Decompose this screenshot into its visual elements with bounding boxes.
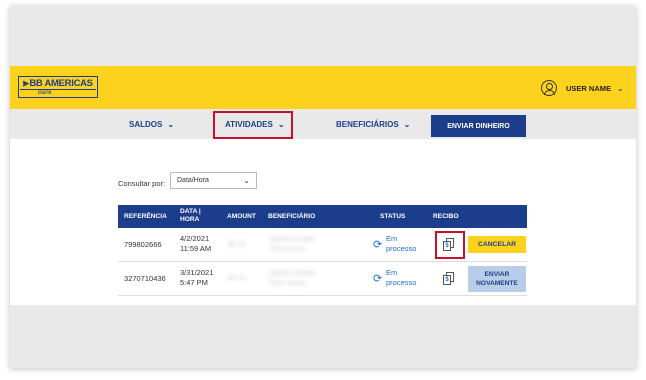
header-status: STATUS [380, 213, 406, 220]
activities-panel: Consultar por: Data/Hora ⌄ REFERÊNCIA DA… [10, 139, 636, 305]
atividades-highlight-box [213, 111, 293, 139]
table-row: 799802666 4/2/2021 11:59 AM $0.15 Agéfire… [118, 228, 527, 262]
row-date: 4/2/2021 11:59 AM [180, 234, 212, 253]
row-ref: 799802666 [124, 240, 162, 249]
receipt-icon[interactable]: $ [443, 272, 454, 285]
bb-americas-logo[interactable]: ⫸BB AMERICAS Bank [18, 76, 98, 98]
transactions-table: REFERÊNCIA DATA | HORA AMOUNT BENEFICIÁRI… [118, 205, 527, 296]
refresh-icon[interactable]: ⟳ [373, 272, 382, 285]
row-beneficiary: Agéfire Gulabs Tinto Sunss [269, 236, 316, 253]
row-amount: $0.15 [228, 241, 246, 248]
chevron-down-icon: ⌄ [167, 119, 175, 129]
filter-select[interactable]: Data/Hora ⌄ [170, 172, 257, 189]
header-date: DATA | HORA [180, 208, 201, 223]
row-beneficiary: Agéfire Gulabs Tinto Sunss [269, 270, 316, 287]
filter-selected-value: Data/Hora [177, 177, 209, 184]
logo-mark-icon: ⫸ [23, 78, 29, 89]
table-row: 3270710436 3/31/2021 5:47 PM $0.15 Agéfir… [118, 262, 527, 296]
table-header: REFERÊNCIA DATA | HORA AMOUNT BENEFICIÁRI… [118, 205, 527, 228]
main-nav: SALDOS ⌄ ATIVIDADES ⌄ BENEFICIÁRIOS ⌄ EN… [10, 109, 636, 139]
refresh-icon[interactable]: ⟳ [373, 238, 382, 251]
header-beneficiary: BENEFICIÁRIO [268, 213, 316, 220]
logo-brand: ⫸BB AMERICAS [23, 78, 93, 89]
top-header: ⫸BB AMERICAS Bank USER NAME ⌄ [10, 66, 636, 109]
filter-label: Consultar por: [118, 179, 166, 188]
nav-item-saldos[interactable]: SALDOS ⌄ [129, 109, 174, 139]
header-receipt: RECIBO [433, 213, 459, 220]
header-amount: AMOUNT [227, 213, 256, 220]
row-amount: $0.15 [228, 275, 246, 282]
row-ref: 3270710436 [124, 274, 166, 283]
row-date: 3/31/2021 5:47 PM [180, 268, 214, 287]
nav-item-beneficiarios[interactable]: BENEFICIÁRIOS ⌄ [336, 109, 410, 139]
header-ref: REFERÊNCIA [124, 213, 167, 220]
user-avatar-icon [541, 80, 557, 96]
browser-frame: ⫸BB AMERICAS Bank USER NAME ⌄ SALDOS ⌄ A… [10, 6, 636, 368]
nav-item-label: SALDOS [129, 119, 163, 129]
row-status: Em processo [386, 268, 417, 287]
user-name: USER NAME [566, 83, 612, 93]
resend-button[interactable]: ENVIAR NOVAMENTE [468, 266, 526, 292]
user-menu[interactable]: USER NAME ⌄ [541, 80, 624, 96]
receipt-highlight-box [435, 231, 465, 259]
logo-subtitle: Bank [20, 89, 96, 96]
chevron-down-icon: ⌄ [403, 119, 411, 129]
chevron-down-icon: ⌄ [617, 83, 624, 93]
chevron-down-icon: ⌄ [243, 176, 250, 185]
nav-item-label: BENEFICIÁRIOS [336, 119, 399, 129]
row-status: Em processo [386, 234, 417, 253]
cancel-button[interactable]: CANCELAR [468, 236, 526, 253]
send-money-button[interactable]: ENVIAR DINHEIRO [431, 115, 526, 137]
